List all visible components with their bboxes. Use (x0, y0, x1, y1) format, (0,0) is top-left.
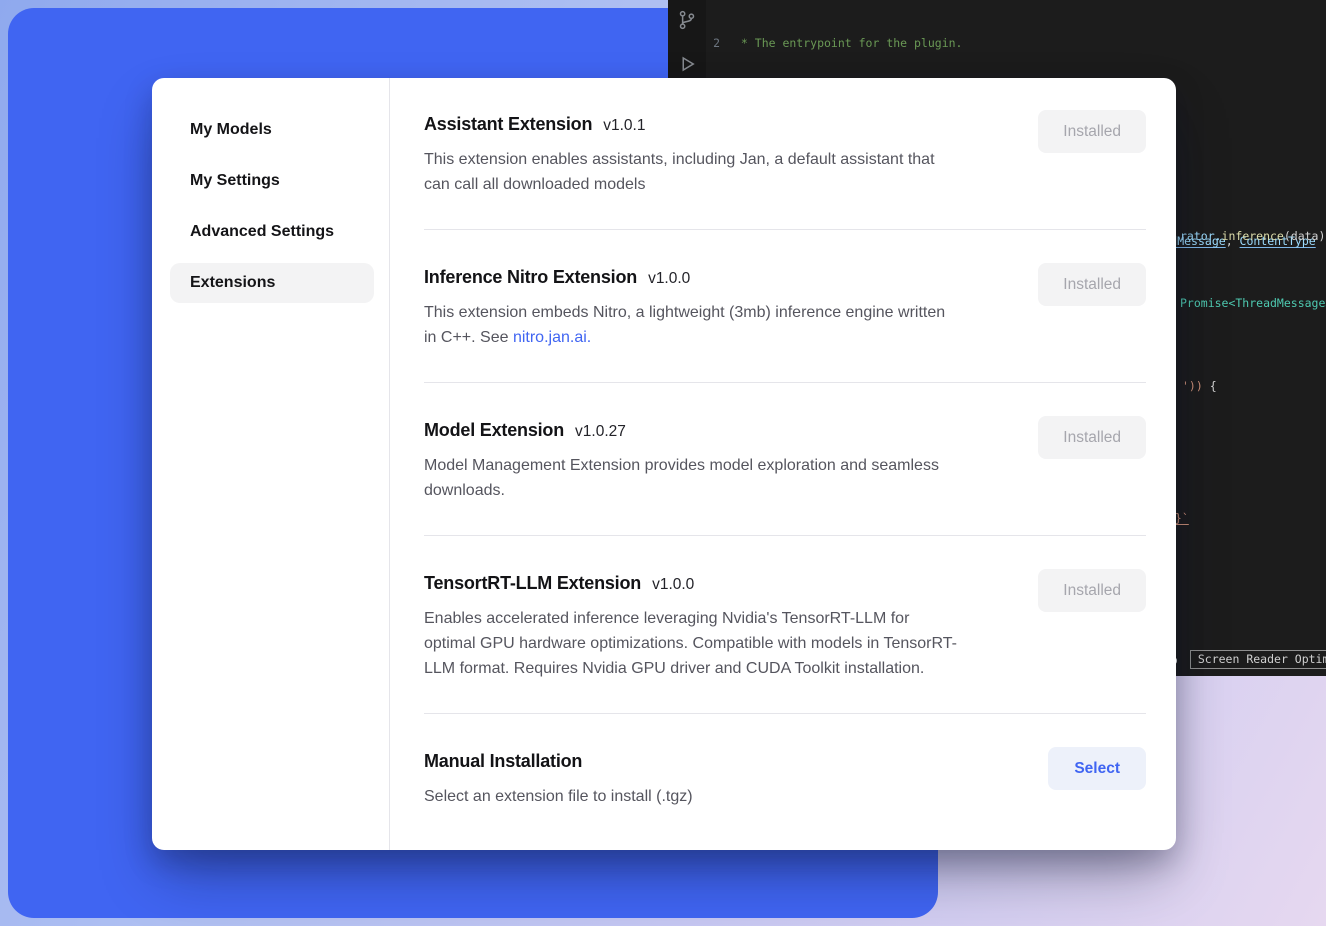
extension-heading: Inference Nitro Extension v1.0.0 (424, 263, 959, 291)
extension-info: Assistant Extension v1.0.1 This extensio… (424, 110, 959, 197)
code-fragment: ')) { (1182, 379, 1217, 393)
extensions-panel: Assistant Extension v1.0.1 This extensio… (390, 78, 1176, 850)
extension-title: Inference Nitro Extension (424, 263, 637, 291)
extension-row-nitro: Inference Nitro Extension v1.0.0 This ex… (424, 230, 1146, 383)
code-fragment: rator.inference(data)); (1180, 229, 1326, 243)
line-number: 2 (706, 35, 734, 52)
extension-version: v1.0.0 (652, 576, 694, 594)
sidebar-item-my-models[interactable]: My Models (170, 110, 374, 150)
extension-description: Enables accelerated inference leveraging… (424, 606, 959, 681)
sidebar-item-my-settings[interactable]: My Settings (170, 161, 374, 201)
code-comment: * The entrypoint for the plugin. (734, 35, 962, 52)
settings-modal: My Models My Settings Advanced Settings … (152, 78, 1176, 850)
extension-info: Manual Installation Select an extension … (424, 747, 693, 809)
extension-description: This extension enables assistants, inclu… (424, 147, 959, 197)
extension-heading: TensortRT-LLM Extension v1.0.0 (424, 569, 959, 597)
manual-installation-title: Manual Installation (424, 747, 582, 775)
editor-statusbar: go Screen Reader Optimized (1164, 650, 1326, 669)
source-control-icon[interactable] (677, 10, 697, 30)
screen-reader-badge[interactable]: Screen Reader Optimized (1190, 650, 1326, 669)
manual-installation-description: Select an extension file to install (.tg… (424, 784, 693, 809)
extension-info: Inference Nitro Extension v1.0.0 This ex… (424, 263, 959, 350)
extension-version: v1.0.1 (603, 117, 645, 135)
extension-heading: Model Extension v1.0.27 (424, 416, 959, 444)
extension-row-tensorrt: TensortRT-LLM Extension v1.0.0 Enables a… (424, 536, 1146, 714)
installed-button[interactable]: Installed (1038, 569, 1146, 612)
extension-title: TensortRT-LLM Extension (424, 569, 641, 597)
installed-button[interactable]: Installed (1038, 110, 1146, 153)
manual-installation-row: Manual Installation Select an extension … (424, 714, 1146, 841)
installed-button[interactable]: Installed (1038, 416, 1146, 459)
extension-heading: Assistant Extension v1.0.1 (424, 110, 959, 138)
extension-description: Model Management Extension provides mode… (424, 453, 959, 503)
run-debug-icon[interactable] (677, 54, 697, 74)
select-file-button[interactable]: Select (1048, 747, 1146, 790)
extension-heading: Manual Installation (424, 747, 693, 775)
extension-version: v1.0.0 (648, 270, 690, 288)
extension-version: v1.0.27 (575, 423, 626, 441)
extension-info: TensortRT-LLM Extension v1.0.0 Enables a… (424, 569, 959, 681)
extension-description: This extension embeds Nitro, a lightweig… (424, 300, 959, 350)
sidebar-item-extensions[interactable]: Extensions (170, 263, 374, 303)
extension-title: Assistant Extension (424, 110, 592, 138)
editor-line: 2 * The entrypoint for the plugin. (706, 35, 1326, 52)
code-fragment: Promise<ThreadMessage> (1180, 296, 1326, 310)
desktop: 2 * The entrypoint for the plugin. 3 */ … (0, 0, 1326, 926)
extension-title: Model Extension (424, 416, 564, 444)
installed-button[interactable]: Installed (1038, 263, 1146, 306)
extension-row-assistant: Assistant Extension v1.0.1 This extensio… (424, 110, 1146, 230)
nitro-jan-ai-link[interactable]: nitro.jan.ai. (513, 329, 591, 346)
extension-row-model: Model Extension v1.0.27 Model Management… (424, 383, 1146, 536)
extension-info: Model Extension v1.0.27 Model Management… (424, 416, 959, 503)
settings-sidebar: My Models My Settings Advanced Settings … (152, 78, 390, 850)
sidebar-item-advanced-settings[interactable]: Advanced Settings (170, 212, 374, 252)
